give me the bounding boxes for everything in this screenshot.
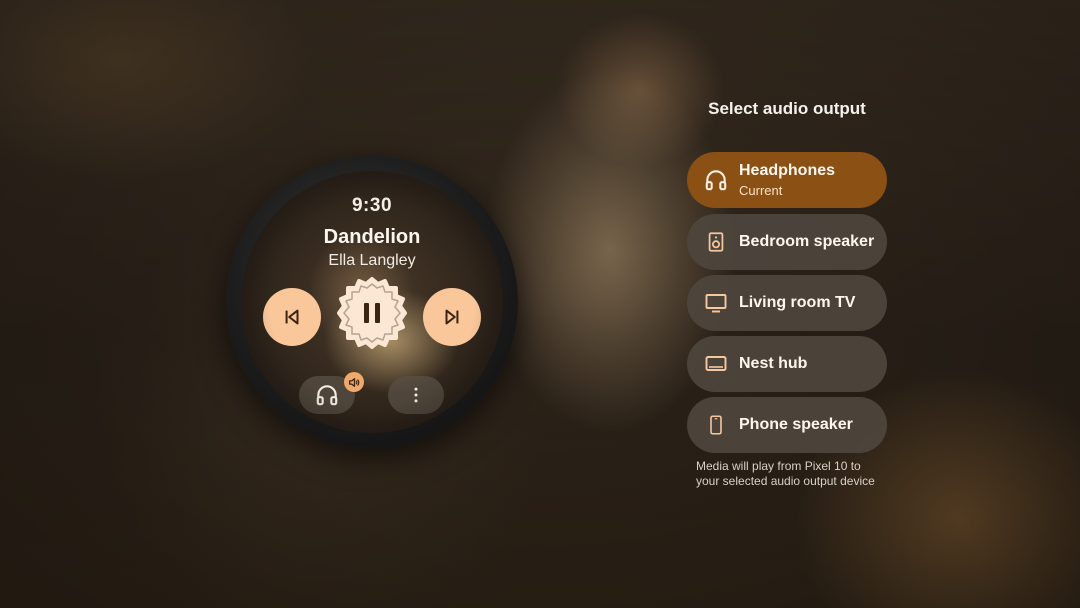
device-status: Current	[739, 183, 783, 198]
output-info-note: Media will play from Pixel 10 to your se…	[696, 459, 875, 488]
more-vert-icon	[414, 387, 418, 403]
tv-icon	[703, 290, 729, 316]
watch-time: 9:30	[351, 195, 393, 216]
device-name: Phone speaker	[739, 416, 853, 433]
device-labels: Headphones Current	[739, 162, 835, 198]
device-name: Living room TV	[739, 294, 856, 311]
track-title: Dandelion	[323, 226, 421, 248]
headphones-icon	[316, 385, 338, 406]
device-labels: Phone speaker	[739, 416, 853, 434]
speaker-icon	[703, 229, 729, 255]
volume-icon	[348, 377, 359, 387]
more-options-button[interactable]	[388, 376, 444, 414]
device-labels: Bedroom speaker	[739, 233, 874, 251]
device-option-bedroom-speaker[interactable]: Bedroom speaker	[687, 214, 887, 270]
device-option-headphones[interactable]: Headphones Current	[687, 152, 887, 208]
pause-icon	[337, 277, 407, 349]
device-option-living-room-tv[interactable]: Living room TV	[687, 275, 887, 331]
volume-badge	[344, 372, 364, 392]
device-option-phone-speaker[interactable]: Phone speaker	[687, 397, 887, 453]
device-labels: Nest hub	[739, 355, 807, 373]
play-pause-button[interactable]	[334, 275, 410, 351]
device-option-nest-hub[interactable]: Nest hub	[687, 336, 887, 392]
track-artist: Ella Langley	[328, 252, 416, 269]
phone-icon	[703, 412, 729, 438]
headphones-icon	[703, 167, 729, 193]
previous-track-button[interactable]	[263, 288, 321, 346]
device-labels: Living room TV	[739, 294, 855, 312]
watch-screen: 9:30 Dandelion Ella Langley	[241, 171, 503, 433]
watch-face: 9:30 Dandelion Ella Langley	[226, 156, 518, 448]
next-track-button[interactable]	[423, 288, 481, 346]
blurred-background-photo	[0, 0, 1080, 608]
skip-previous-icon	[285, 309, 299, 325]
device-name: Bedroom speaker	[739, 233, 875, 250]
display-icon	[703, 351, 729, 377]
device-name: Nest hub	[739, 355, 808, 372]
device-name: Headphones	[739, 162, 836, 179]
skip-next-icon	[445, 309, 459, 325]
panel-title: Select audio output	[708, 99, 866, 118]
